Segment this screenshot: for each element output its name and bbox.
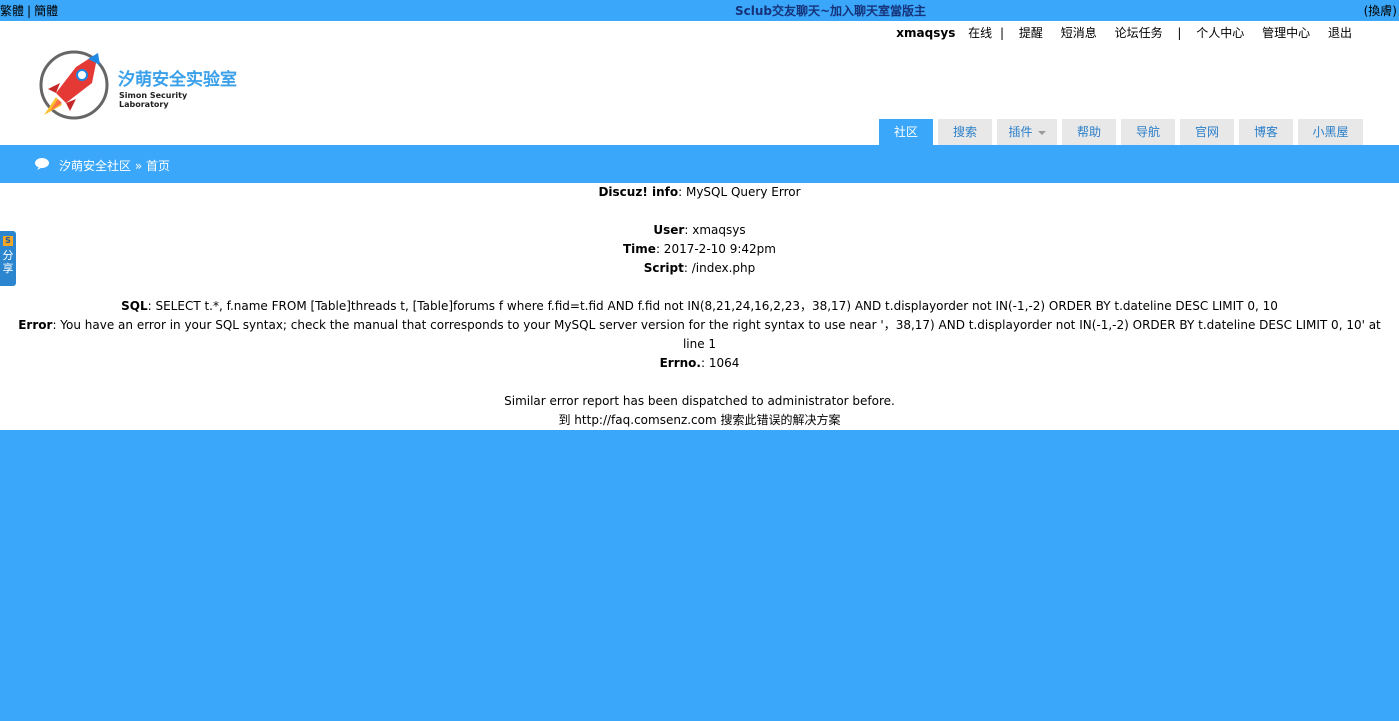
- share-label-1: 分: [2, 249, 14, 262]
- nav-tab-label: 搜索: [952, 125, 977, 139]
- faq-link[interactable]: http://faq.comsenz.com: [574, 413, 716, 427]
- site-logo[interactable]: 汐萌安全实验室 Simon Security Laboratory: [38, 49, 238, 121]
- breadcrumb-bar: 汐萌安全社区 » 首页: [0, 145, 1399, 183]
- reminder-link[interactable]: 提醒: [1019, 26, 1043, 40]
- nav-tab-blacklist[interactable]: 小黑屋: [1298, 119, 1363, 145]
- error-user-line: User: xmaqsys: [0, 221, 1399, 240]
- header: xmaqsys 在线 | 提醒 短消息 论坛任务 | 个人中心 管理中心 退出 …: [0, 21, 1399, 145]
- messages-link[interactable]: 短消息: [1061, 26, 1097, 40]
- error-script-line: Script: /index.php: [0, 259, 1399, 278]
- user-bar: xmaqsys 在线 | 提醒 短消息 论坛任务 | 个人中心 管理中心 退出: [896, 24, 1359, 41]
- chat-bubble-icon: [35, 158, 49, 170]
- nav-tab-community[interactable]: 社区: [879, 119, 933, 145]
- forum-tasks-link[interactable]: 论坛任务: [1115, 26, 1163, 40]
- errno-value: : 1064: [700, 356, 740, 370]
- marquee-announcement[interactable]: Sclub交友聊天~加入聊天室當版主: [735, 2, 926, 19]
- separator: |: [1177, 26, 1182, 40]
- nav-tab-label: 帮助: [1076, 125, 1101, 139]
- nav-tab-label: 博客: [1253, 125, 1278, 139]
- user-label: User: [653, 223, 685, 237]
- nav-tab-official-site[interactable]: 官网: [1180, 119, 1234, 145]
- script-value: : /index.php: [683, 261, 756, 275]
- traditional-chinese-link[interactable]: 繁體: [0, 4, 24, 18]
- nav-tab-plugins[interactable]: 插件: [997, 119, 1057, 145]
- sql-value: : SELECT t.*, f.name FROM [Table]threads…: [147, 299, 1278, 313]
- share-label-2: 享: [2, 262, 14, 275]
- nav-tab-label: 插件: [1008, 125, 1033, 139]
- nav-tab-help[interactable]: 帮助: [1062, 119, 1116, 145]
- logo-title: 汐萌安全实验室: [118, 70, 237, 90]
- top-strip: 繁體 | 簡體 Sclub交友聊天~加入聊天室當版主 (換膚): [0, 0, 1399, 21]
- share-icon: S: [3, 236, 13, 246]
- error-panel: Discuz! info: MySQL Query Error User: xm…: [0, 183, 1399, 430]
- nav-tab-navigation[interactable]: 导航: [1121, 119, 1175, 145]
- time-value: : 2017-2-10 9:42pm: [655, 242, 776, 256]
- username-link[interactable]: xmaqsys: [896, 26, 955, 40]
- breadcrumb-separator: »: [134, 159, 143, 173]
- nav-tab-label: 导航: [1135, 125, 1160, 139]
- error-errno-line: Errno.: 1064: [0, 354, 1399, 373]
- separator: |: [1000, 26, 1005, 40]
- breadcrumb-current[interactable]: 首页: [146, 159, 170, 173]
- sql-label: SQL: [121, 299, 148, 313]
- error-message-line: Error: You have an error in your SQL syn…: [0, 316, 1399, 354]
- breadcrumb-home-link[interactable]: 汐萌安全社区: [59, 159, 131, 173]
- nav-tab-label: 小黑屋: [1312, 125, 1349, 139]
- share-tab[interactable]: S 分 享: [0, 231, 16, 286]
- error-header-line: Discuz! info: MySQL Query Error: [0, 183, 1399, 202]
- user-value: : xmaqsys: [684, 223, 746, 237]
- nav-tab-search[interactable]: 搜索: [938, 119, 992, 145]
- simplified-chinese-link[interactable]: 簡體: [34, 4, 58, 18]
- language-switch: 繁體 | 簡體: [0, 2, 58, 19]
- logout-link[interactable]: 退出: [1328, 26, 1352, 40]
- faq-line: 到 http://faq.comsenz.com 搜索此错误的解决方案: [0, 411, 1399, 430]
- nav-tab-label: 官网: [1194, 125, 1219, 139]
- separator: |: [27, 4, 32, 18]
- faq-prefix: 到: [558, 413, 575, 427]
- error-header-value: : MySQL Query Error: [678, 185, 801, 199]
- time-label: Time: [623, 242, 656, 256]
- faq-suffix: 搜索此错误的解决方案: [716, 413, 841, 427]
- rocket-logo-icon: [39, 50, 109, 120]
- script-label: Script: [643, 261, 684, 275]
- dispatched-notice: Similar error report has been dispatched…: [504, 394, 895, 408]
- admin-center-link[interactable]: 管理中心: [1262, 26, 1310, 40]
- error-value: : You have an error in your SQL syntax; …: [52, 318, 1381, 351]
- chevron-down-icon: [1037, 130, 1046, 135]
- profile-link[interactable]: 个人中心: [1196, 26, 1244, 40]
- nav-tab-label: 社区: [893, 125, 918, 139]
- error-time-line: Time: 2017-2-10 9:42pm: [0, 240, 1399, 259]
- error-label: Error: [18, 318, 53, 332]
- error-header-label: Discuz! info: [598, 185, 679, 199]
- logo-subtitle: Simon Security Laboratory: [119, 91, 188, 109]
- nav-tab-blog[interactable]: 博客: [1239, 119, 1293, 145]
- breadcrumb: 汐萌安全社区 » 首页: [59, 157, 170, 174]
- online-status[interactable]: 在线: [968, 26, 992, 40]
- error-sql-line: SQL: SELECT t.*, f.name FROM [Table]thre…: [0, 297, 1399, 316]
- errno-label: Errno.: [659, 356, 701, 370]
- switch-skin-link[interactable]: (換膚): [1364, 2, 1397, 19]
